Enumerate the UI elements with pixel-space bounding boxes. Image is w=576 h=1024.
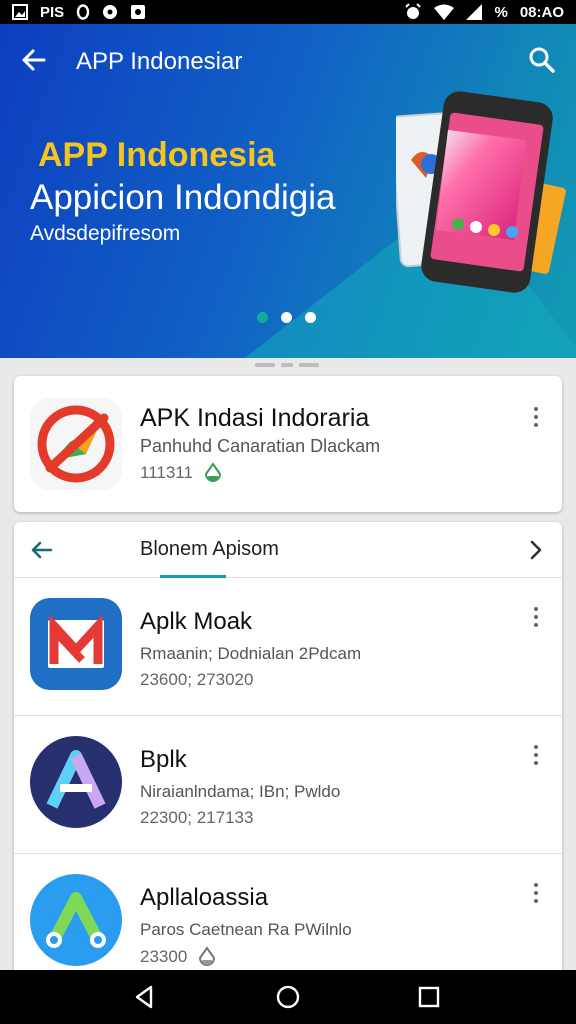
- list-item-name: Apllaloassia: [140, 884, 269, 911]
- tab-category[interactable]: Blonem Apisom: [140, 538, 279, 561]
- circle-home-icon[interactable]: [275, 984, 301, 1010]
- m-logo-app-icon: [30, 598, 122, 690]
- list-item-description: Paros Caetnean Ra PWilnlo: [140, 920, 352, 939]
- carousel-dot-1[interactable]: [257, 312, 268, 323]
- list-item-description: Rmaanin; Dodnialan 2Pdcam: [140, 644, 362, 663]
- image-icon: [12, 4, 28, 20]
- triangle-back-icon[interactable]: [132, 984, 158, 1010]
- square-recents-icon[interactable]: [416, 984, 442, 1010]
- carousel-dot-3[interactable]: [305, 312, 316, 323]
- page-title: APP Indonesiar: [76, 48, 243, 75]
- list-item-meta: 23600; 273020: [140, 670, 253, 690]
- chevron-right-icon[interactable]: [522, 536, 550, 564]
- list-item-description: Niraianlndama; IBn; Pwldo: [140, 782, 341, 801]
- a-logo-app-icon: [30, 736, 122, 828]
- carousel-dot-2[interactable]: [281, 312, 292, 323]
- drop-badge-icon: [204, 462, 221, 482]
- list-item-meta-text: 23600; 273020: [140, 670, 254, 689]
- list-item-name: Bplk: [140, 746, 187, 773]
- featured-more-button[interactable]: [526, 402, 546, 432]
- battery-text: %: [494, 3, 508, 21]
- back-button[interactable]: [18, 44, 50, 76]
- status-time: 08:AO: [519, 3, 564, 21]
- drag-handle[interactable]: [255, 363, 319, 367]
- list-header: Blonem Apisom: [14, 522, 562, 578]
- list-back-button[interactable]: [28, 536, 56, 564]
- featured-app-name: APK Indasi Indoraria: [140, 404, 370, 432]
- list-item[interactable]: Bplk Niraianlndama; IBn; Pwldo 22300; 21…: [14, 716, 562, 854]
- system-nav-bar: [0, 970, 576, 1024]
- list-item-meta-text: 23300: [140, 947, 188, 966]
- a-arrows-app-icon: [30, 874, 122, 966]
- search-button[interactable]: [526, 44, 558, 76]
- drop-badge-icon: [199, 946, 216, 966]
- list-item-meta: 22300; 217133: [140, 808, 253, 828]
- list-item-more-button[interactable]: [526, 878, 546, 908]
- circle-icon: [76, 4, 90, 20]
- app-list-card: Blonem Apisom Aplk Moak Rmaanin; Dodnial…: [14, 522, 562, 982]
- featured-app-description: Panhuhd Canaratian Dlackam: [140, 436, 381, 456]
- wifi-icon: [434, 4, 455, 20]
- phone-illustration: [396, 91, 566, 293]
- list-item[interactable]: Aplk Moak Rmaanin; Dodnialan 2Pdcam 2360…: [14, 578, 562, 716]
- list-item-name: Aplk Moak: [140, 608, 253, 635]
- featured-app-meta: 111311: [140, 462, 223, 484]
- featured-app-card[interactable]: APK Indasi Indoraria Panhuhd Canaratian …: [14, 376, 562, 512]
- list-item-meta-text: 22300; 217133: [140, 808, 254, 827]
- chat-icon: [103, 5, 118, 19]
- status-left-text: PIS: [40, 3, 65, 21]
- list-item-more-button[interactable]: [526, 602, 546, 632]
- alarm-icon: [405, 3, 422, 19]
- list-item-meta: 23300: [140, 946, 217, 968]
- status-bar: PIS % 08:AO: [0, 0, 576, 24]
- banner-tagline: Avdsdepifresom: [30, 222, 181, 245]
- signal-icon: [466, 4, 483, 20]
- compass-app-icon: [30, 398, 122, 490]
- list-item[interactable]: Apllaloassia Paros Caetnean Ra PWilnlo 2…: [14, 854, 562, 982]
- featured-app-meta-text: 111311: [140, 463, 193, 482]
- banner-headline: APP Indonesia: [38, 136, 276, 174]
- carousel-indicator: [257, 312, 316, 323]
- promo-banner[interactable]: APP Indonesiar APP Indonesia Appicion In…: [0, 24, 576, 358]
- list-item-more-button[interactable]: [526, 740, 546, 770]
- banner-subheadline: Appicion Indondigia: [30, 178, 336, 217]
- play-icon: [131, 5, 146, 19]
